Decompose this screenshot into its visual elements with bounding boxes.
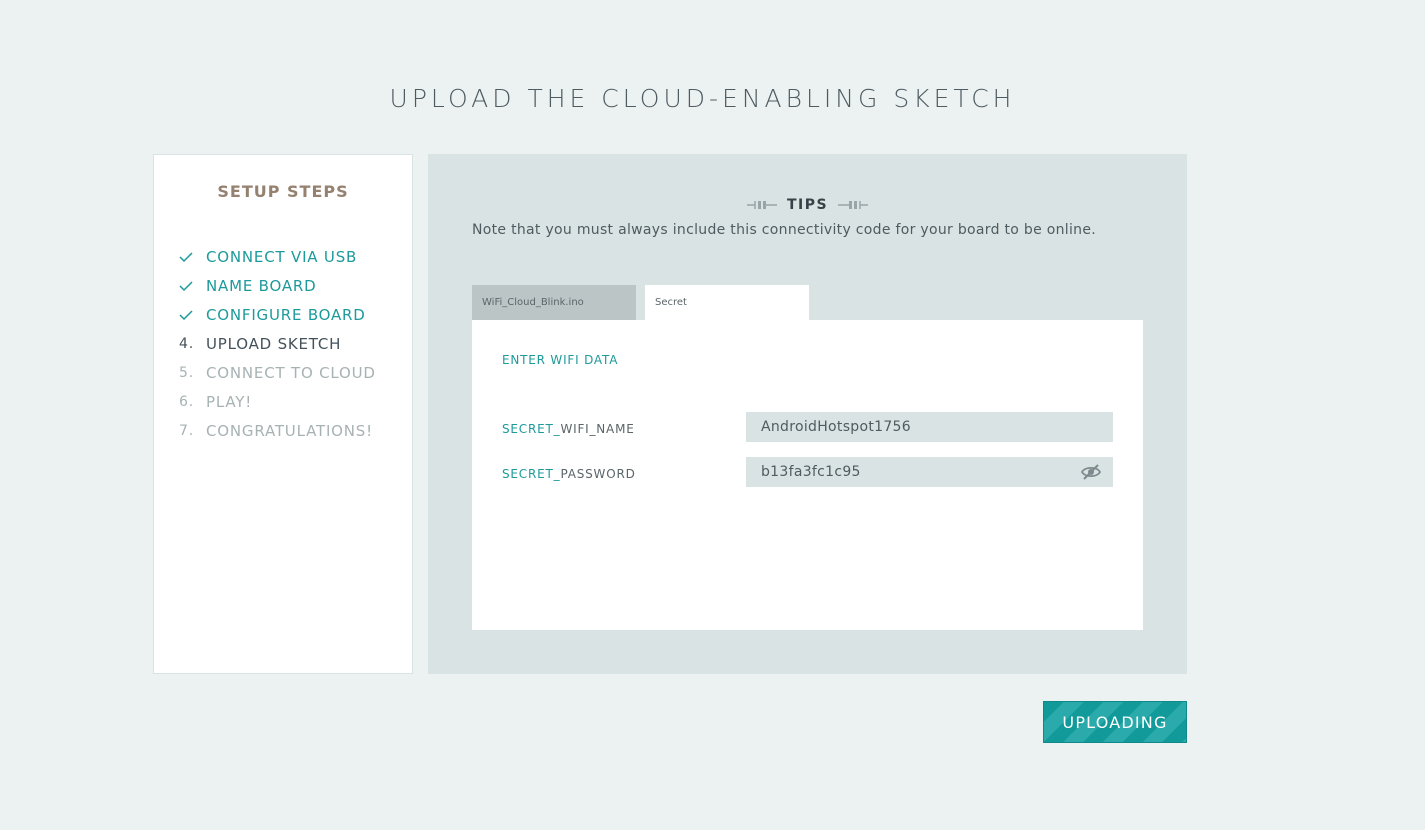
step-marker [179, 309, 206, 320]
step-label: CONFIGURE BOARD [206, 305, 366, 324]
setup-steps-sidebar: SETUP STEPS CONNECT VIA USB NAME BOARD C… [153, 154, 413, 674]
step-label: CONNECT TO CLOUD [206, 363, 376, 382]
step-label: NAME BOARD [206, 276, 317, 295]
step-marker [179, 280, 206, 291]
password-label: SECRET_PASSWORD [502, 467, 636, 481]
step-name-board[interactable]: NAME BOARD [179, 271, 376, 300]
wifi-name-input[interactable] [746, 412, 1113, 442]
step-upload-sketch: 4. UPLOAD SKETCH [179, 329, 376, 358]
sketch-panel: TIPS Note that you must always include t… [428, 154, 1187, 674]
label-rest: PASSWORD [560, 467, 636, 481]
label-prefix: SECRET_ [502, 467, 561, 481]
enter-wifi-heading: ENTER WIFI DATA [502, 353, 619, 367]
tips-text: Note that you must always include this c… [472, 222, 1097, 238]
step-label: CONGRATULATIONS! [206, 421, 373, 440]
step-number: 5. [179, 364, 194, 381]
secret-editor: ENTER WIFI DATA SECRET_WIFI_NAME SECRET_… [472, 320, 1143, 630]
step-connect-via-usb[interactable]: CONNECT VIA USB [179, 242, 376, 271]
wifi-name-label: SECRET_WIFI_NAME [502, 422, 635, 436]
step-play: 6. PLAY! [179, 387, 376, 416]
uploading-button[interactable]: UPLOADING [1043, 701, 1187, 743]
tab-secret[interactable]: Secret [645, 285, 809, 320]
password-input[interactable] [746, 457, 1113, 487]
tips-header: TIPS [428, 197, 1187, 213]
steps-list: CONNECT VIA USB NAME BOARD CONFIGURE BOA… [179, 242, 376, 445]
eye-slash-icon[interactable] [1081, 463, 1101, 481]
step-configure-board[interactable]: CONFIGURE BOARD [179, 300, 376, 329]
label-rest: WIFI_NAME [560, 422, 635, 436]
sidebar-title: SETUP STEPS [217, 182, 349, 201]
step-number: 6. [179, 393, 194, 410]
tab-sketch-file[interactable]: WiFi_Cloud_Blink.ino [472, 285, 636, 320]
page-title: UPLOAD THE CLOUD-ENABLING SKETCH [389, 84, 1016, 113]
step-label: PLAY! [206, 392, 253, 411]
file-tabs: WiFi_Cloud_Blink.ino Secret [472, 285, 809, 320]
plug-icon [746, 201, 777, 209]
plug-icon [838, 201, 869, 209]
step-number: 4. [179, 335, 194, 352]
step-label: CONNECT VIA USB [206, 247, 358, 266]
check-icon [179, 280, 193, 291]
label-prefix: SECRET_ [502, 422, 561, 436]
tips-label: TIPS [786, 197, 829, 213]
step-number: 7. [179, 422, 194, 439]
check-icon [179, 251, 193, 262]
step-connect-to-cloud: 5. CONNECT TO CLOUD [179, 358, 376, 387]
check-icon [179, 309, 193, 320]
step-label: UPLOAD SKETCH [206, 334, 342, 353]
step-congratulations: 7. CONGRATULATIONS! [179, 416, 376, 445]
step-marker [179, 251, 206, 262]
